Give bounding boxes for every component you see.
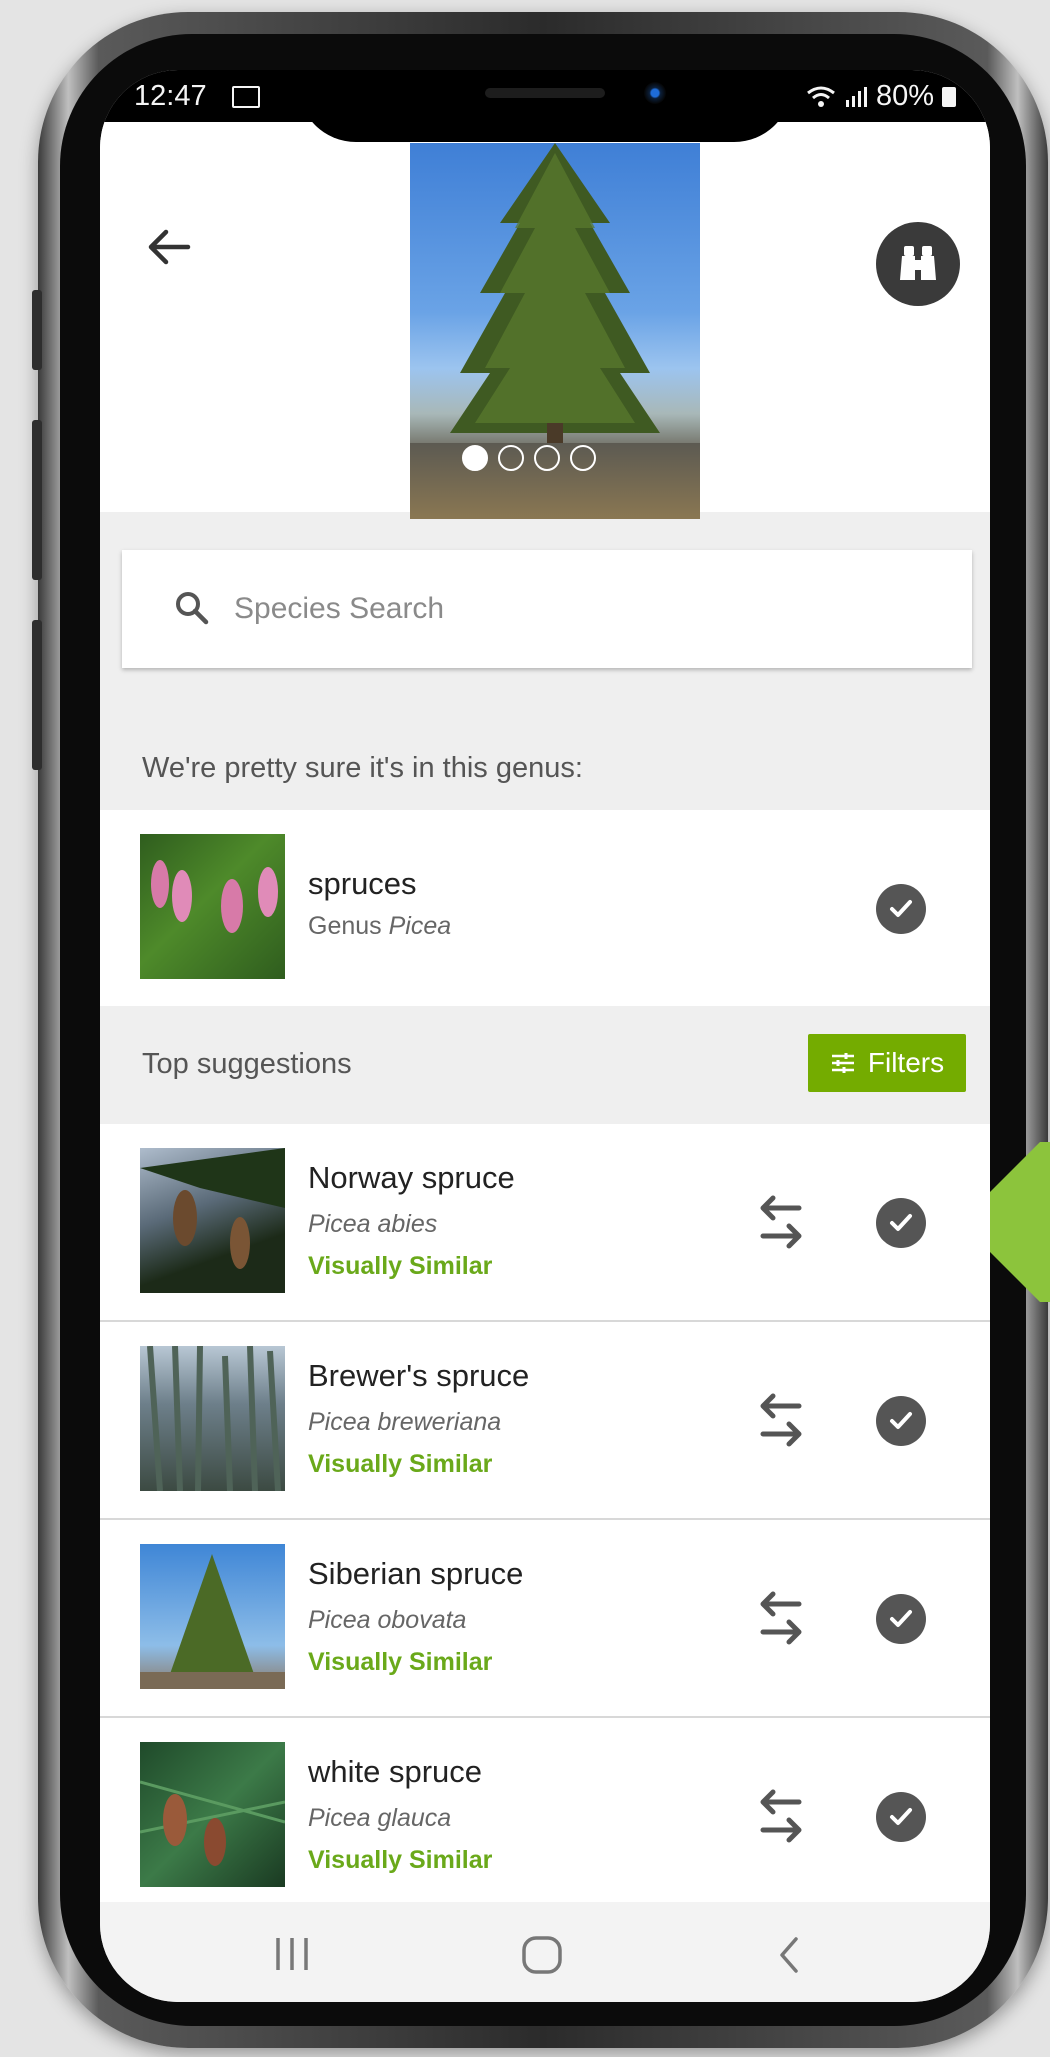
brewers-spruce-image (147, 1346, 281, 1491)
suggestion-tag: Visually Similar (308, 1252, 493, 1280)
select-species-button[interactable] (876, 1198, 926, 1248)
suggestion-row[interactable]: Norway spruce Picea abies Visually Simil… (100, 1124, 990, 1322)
suggestion-common-name: Siberian spruce (308, 1556, 524, 1591)
genus-thumbnail (140, 834, 285, 979)
check-icon (890, 1412, 912, 1429)
suggestion-scientific-name: Picea obovata (308, 1606, 467, 1634)
filters-label: Filters (867, 1047, 945, 1078)
pink-cones-image (151, 860, 278, 933)
suggestion-common-name: Norway spruce (308, 1160, 515, 1195)
status-indicators: 80% (806, 80, 956, 113)
genus-rank-line: Genus Picea (308, 912, 451, 941)
tree-image (450, 143, 660, 443)
suggestion-scientific-name: Picea breweriana (308, 1408, 502, 1436)
home-icon[interactable] (520, 1934, 564, 1976)
select-species-button[interactable] (876, 1792, 926, 1842)
suggestion-thumbnail (140, 1346, 285, 1491)
battery-percent: 80% (875, 80, 934, 112)
suggestion-row[interactable]: white spruce Picea glauca Visually Simil… (100, 1718, 990, 1902)
suggestion-thumbnail (140, 1742, 285, 1887)
pagination-dot-active[interactable] (462, 445, 488, 471)
compare-arrows-icon[interactable] (753, 1786, 809, 1846)
back-arrow-icon (148, 229, 191, 265)
select-species-button[interactable] (876, 1396, 926, 1446)
status-time: 12:47 (134, 80, 207, 112)
identify-button[interactable] (876, 222, 960, 306)
wifi-icon (807, 86, 835, 107)
compare-arrows-icon[interactable] (753, 1192, 809, 1252)
siberian-spruce-image (140, 1554, 285, 1689)
back-icon[interactable] (774, 1934, 804, 1976)
suggestion-tag: Visually Similar (308, 1648, 493, 1676)
suggestion-row[interactable]: Brewer's spruce Picea breweriana Visuall… (100, 1322, 990, 1520)
filters-icon (831, 1053, 854, 1073)
volume-button (32, 620, 42, 770)
check-icon (890, 1610, 912, 1627)
callout-pointer-body (1040, 1142, 1050, 1302)
speaker (485, 88, 605, 98)
filters-button[interactable]: Filters (808, 1034, 966, 1092)
suggestion-tag: Visually Similar (308, 1846, 493, 1874)
genus-scientific-name: Picea (388, 912, 452, 940)
select-species-button[interactable] (876, 1594, 926, 1644)
volume-button (32, 290, 42, 370)
front-camera (644, 82, 666, 104)
suggestion-tag: Visually Similar (308, 1450, 493, 1478)
observation-photo[interactable] (410, 143, 700, 519)
suggestion-common-name: white spruce (308, 1754, 483, 1789)
search-input[interactable] (232, 580, 936, 638)
check-icon (890, 900, 912, 917)
genus-rank: Genus (308, 912, 382, 940)
binoculars-icon (900, 246, 936, 280)
suggestion-common-name: Brewer's spruce (308, 1358, 530, 1393)
check-icon (890, 1808, 912, 1825)
phone-screen: 12:47 80% Species Search We're pretty su… (100, 70, 990, 2002)
check-icon (890, 1214, 912, 1231)
volume-button (32, 420, 42, 580)
compare-arrows-icon[interactable] (753, 1588, 809, 1648)
system-nav-bar (100, 1902, 990, 2002)
genus-name: spruces (308, 866, 417, 901)
suggestions-heading: Top suggestions (142, 1048, 352, 1080)
genus-heading: We're pretty sure it's in this genus: (142, 752, 583, 784)
suggestion-thumbnail (140, 1544, 285, 1689)
suggestion-scientific-name: Picea glauca (308, 1804, 452, 1832)
norway-spruce-cones-image (140, 1148, 285, 1269)
pagination-dot[interactable] (570, 445, 596, 471)
pagination-dot[interactable] (534, 445, 560, 471)
signal-icon (845, 86, 867, 107)
suggestion-row[interactable]: Siberian spruce Picea obovata Visually S… (100, 1520, 990, 1718)
photo-pagination (462, 445, 596, 471)
genus-row[interactable]: spruces Genus Picea (100, 810, 990, 1006)
suggestion-scientific-name: Picea abies (308, 1210, 438, 1238)
image-notification-icon (232, 86, 260, 108)
white-spruce-cones-image (140, 1780, 285, 1866)
pagination-dot[interactable] (498, 445, 524, 471)
search-icon (176, 592, 209, 625)
suggestion-thumbnail (140, 1148, 285, 1293)
notch (298, 70, 792, 142)
battery-icon (942, 86, 956, 107)
recents-icon[interactable] (270, 1934, 314, 1974)
select-genus-button[interactable] (876, 884, 926, 934)
compare-arrows-icon[interactable] (753, 1390, 809, 1450)
species-search-box[interactable] (122, 550, 972, 668)
back-button[interactable] (144, 222, 204, 282)
